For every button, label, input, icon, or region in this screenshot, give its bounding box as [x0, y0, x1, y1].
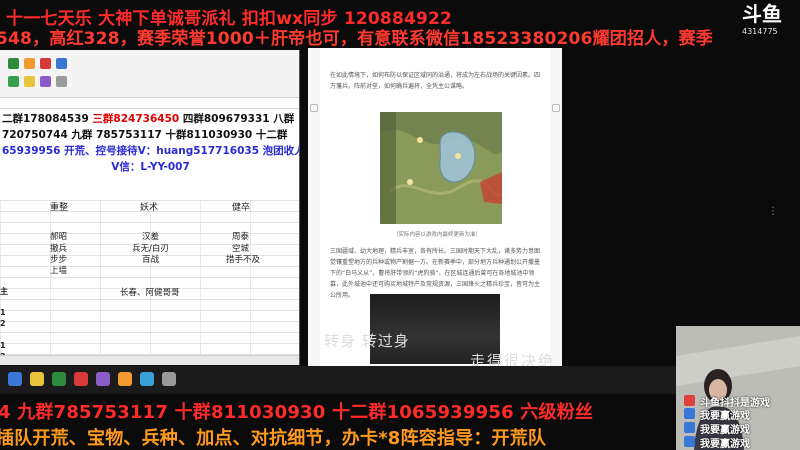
qq-text: 四群809679331 八群 — [179, 113, 295, 125]
chat-message: 我要赢游戏 — [700, 411, 750, 422]
taskbar-app-icon[interactable] — [52, 372, 66, 386]
taskbar-app-icon[interactable] — [162, 372, 176, 386]
map-caption: （实际内容以游戏内最终更新为准） — [392, 232, 481, 238]
chat-message: 我要赢游戏 — [700, 439, 750, 450]
table-cell[interactable]: 措手不及 — [226, 253, 260, 265]
taskbar-app-icon[interactable] — [74, 372, 88, 386]
ribbon-red-icon[interactable] — [40, 58, 51, 69]
logo-mark: 斗鱼 — [742, 2, 782, 26]
row-label: 主 — [0, 287, 8, 296]
qq-line-4: V信：L-YY-007 — [111, 161, 190, 173]
more-icon[interactable]: ⋮ — [768, 206, 779, 217]
qq-text: 720750744 九群 785753117 十群811030930 十二群 — [2, 129, 288, 141]
room-id: 4314775 — [742, 27, 778, 36]
spreadsheet-ribbon — [0, 50, 299, 98]
map-graphic — [380, 112, 502, 224]
subtitle-line-1: 转身 转过身 — [324, 332, 410, 350]
qq-text: 二群178084539 — [2, 113, 93, 125]
ribbon-orange-icon[interactable] — [24, 58, 35, 69]
row-label: 2 — [0, 319, 6, 328]
table-cell[interactable]: 周泰 — [232, 230, 249, 242]
chat-badge-icon — [684, 408, 695, 419]
qq-line-2: 720750744 九群 785753117 十群811030930 十二群 — [2, 127, 299, 143]
chat-badge-icon — [684, 436, 695, 447]
ribbon-yellow-icon[interactable] — [24, 76, 35, 87]
top-banner-line-2: 548，高红328，赛季荣誉1000＋肝帝也可，有意联系微信1852338020… — [0, 29, 713, 49]
page-tool-icon[interactable] — [552, 104, 560, 112]
qq-group-list: 二群178084539 三群824736450 四群809679331 八群 7… — [0, 109, 299, 175]
column-header: 妖术 — [140, 203, 159, 213]
ribbon-green-icon[interactable] — [8, 76, 19, 87]
chat-badge-icon — [684, 422, 695, 433]
document-paragraph: 在如此情境下，如何布防以保证区域同的治通，将成为左右战场的关键因素。四万藩兵，阵… — [330, 72, 541, 90]
ribbon-blue-icon[interactable] — [56, 58, 67, 69]
table-cell[interactable]: 长春、阿健哥哥 — [120, 286, 180, 298]
taskbar-app-icon[interactable] — [30, 372, 44, 386]
game-map-image[interactable] — [380, 112, 502, 224]
page-tool-icon[interactable] — [310, 104, 318, 112]
chat-badge-icon — [684, 395, 695, 406]
column-header: 健卒 — [232, 203, 251, 213]
sheet-gridlines — [0, 200, 299, 365]
table-cell[interactable]: 郝昭 — [50, 230, 67, 242]
taskbar-app-icon[interactable] — [140, 372, 154, 386]
sheet-tabs[interactable] — [0, 355, 299, 365]
ribbon-green-icon[interactable] — [8, 58, 19, 69]
table-cell[interactable]: 百战 — [142, 253, 159, 265]
bottom-banner-line-1: 4 九群785753117 十群811030930 十二群1065939956 … — [0, 402, 594, 423]
table-cell[interactable]: 上墙 — [50, 264, 67, 276]
row-label: 1 — [0, 341, 6, 350]
qq-line-3: 65939956 开荒、控号接待V：huang517716035 泡团收人 — [2, 145, 300, 157]
taskbar-app-icon[interactable] — [118, 372, 132, 386]
document-paragraph: 三国疆域、幼大地理，精兵丰室，各有所长。三国时期天下大乱，诸多势力意图觉镶重塑地… — [330, 248, 541, 299]
table-cell[interactable]: 汉羞 — [142, 230, 159, 242]
row-label: 1 — [0, 308, 6, 317]
ribbon-purple-icon[interactable] — [40, 76, 51, 87]
taskbar-app-icon[interactable] — [96, 372, 110, 386]
spreadsheet-window: 二群178084539 三群824736450 四群809679331 八群 7… — [0, 50, 300, 365]
column-header: 重整 — [50, 203, 69, 213]
bottom-banner-line-2: 插队开荒、宝物、兵种、加点、对抗细节，办卡*8阵容指导：开荒队 — [0, 428, 547, 449]
windows-start-icon[interactable] — [8, 372, 22, 386]
qq-line-1: 二群178084539 三群824736450 四群809679331 八群 — [2, 111, 299, 127]
formula-bar[interactable] — [0, 98, 299, 109]
douyu-logo: 斗鱼 4314775 — [742, 4, 788, 36]
qq-text-red: 三群824736450 — [92, 113, 180, 125]
chat-message: 我要赢游戏 — [700, 425, 750, 436]
ribbon-grey-icon[interactable] — [56, 76, 67, 87]
